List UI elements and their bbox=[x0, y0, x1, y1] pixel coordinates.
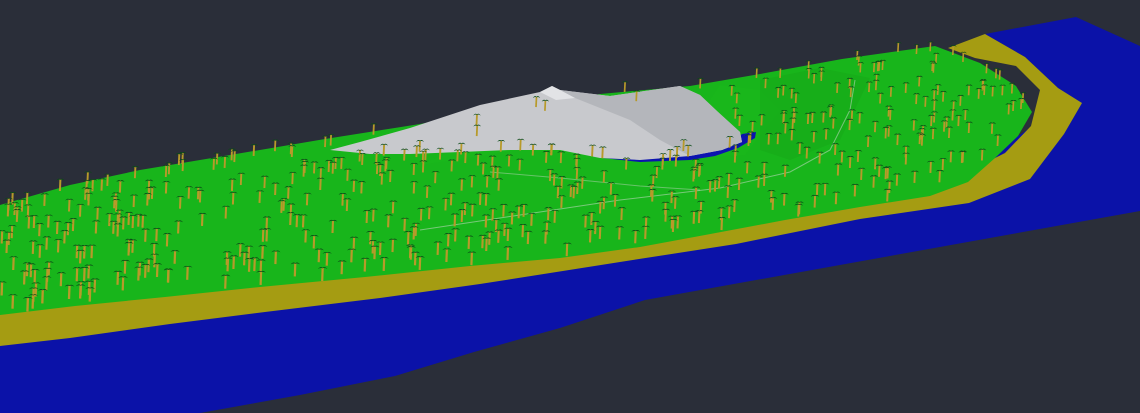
island-3d-model[interactable] bbox=[0, 0, 1140, 413]
cad-3d-viewport[interactable] bbox=[0, 0, 1140, 413]
